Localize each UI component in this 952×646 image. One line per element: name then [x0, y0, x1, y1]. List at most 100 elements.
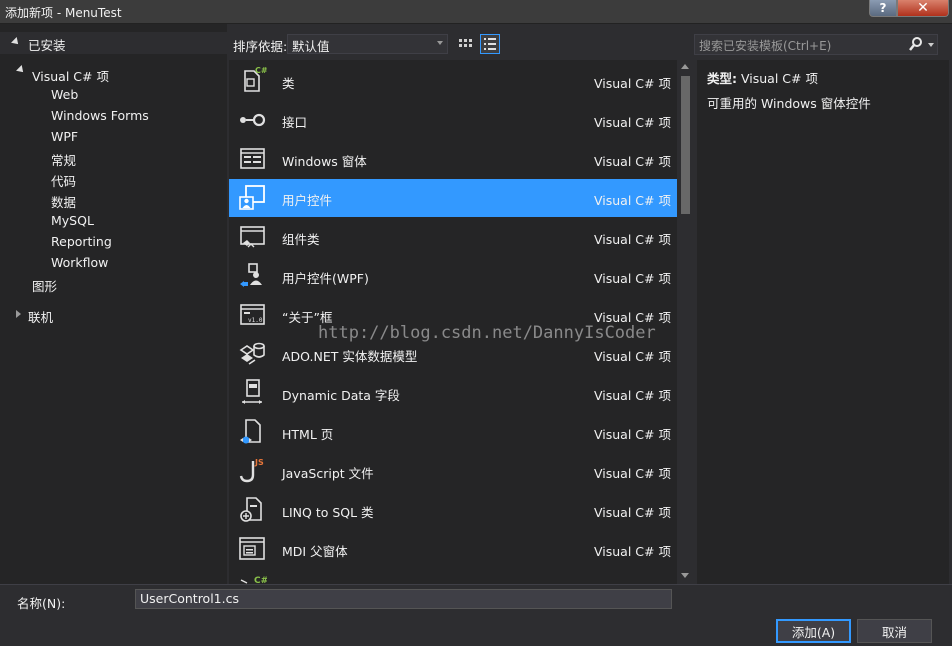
- grid-view-icon: [459, 39, 472, 47]
- html-page-icon: [240, 419, 261, 444]
- tree-item-wpf[interactable]: WPF: [51, 129, 78, 144]
- window-title: 添加新项 - MenuTest: [5, 6, 122, 20]
- tree-item-code[interactable]: 代码: [51, 171, 76, 190]
- template-name: 类: [282, 76, 295, 91]
- template-row-interface[interactable]: 接口 Visual C# 项: [229, 101, 677, 139]
- template-category: Visual C# 项: [594, 349, 671, 364]
- collapse-arrow-icon: [16, 65, 26, 75]
- tree-item-web[interactable]: Web: [51, 87, 78, 102]
- tree-item-reporting[interactable]: Reporting: [51, 234, 112, 249]
- search-options-chevron-icon[interactable]: [928, 43, 934, 47]
- interface-icon: [240, 113, 266, 127]
- wpf-user-control-icon: [240, 263, 262, 287]
- list-view-button[interactable]: [480, 34, 500, 54]
- expand-arrow-icon[interactable]: [16, 310, 21, 318]
- svg-text:v1.0: v1.0: [248, 317, 263, 324]
- type-value: Visual C# 项: [740, 71, 818, 86]
- name-input[interactable]: UserControl1.cs: [135, 589, 672, 609]
- type-label: 类型:: [707, 71, 737, 86]
- template-category: Visual C# 项: [594, 154, 671, 169]
- tree-item-general[interactable]: 常规: [51, 150, 76, 169]
- svg-text:C#: C#: [255, 66, 267, 75]
- installed-header[interactable]: 已安装: [0, 32, 227, 54]
- svg-text:JS: JS: [254, 458, 264, 467]
- template-name: HTML 页: [282, 427, 334, 442]
- javascript-file-icon: JS: [239, 458, 264, 483]
- template-list-scrollbar[interactable]: [677, 60, 694, 584]
- dynamic-data-icon: [242, 379, 262, 404]
- template-row-mdi-parent[interactable]: MDI 父窗体 Visual C# 项: [229, 530, 677, 568]
- watermark-text: http://blog.csdn.net/DannyIsCoder: [318, 323, 656, 343]
- template-row-javascript-file[interactable]: JS JavaScript 文件 Visual C# 项: [229, 452, 677, 490]
- template-list: C# 类 Visual C# 项 接口 Visual C# 项 Windows …: [229, 60, 694, 584]
- template-name: 接口: [282, 115, 308, 130]
- linq-to-sql-icon: [240, 497, 262, 522]
- entity-model-icon: [239, 342, 265, 365]
- template-name: 用户控件: [282, 193, 333, 208]
- tree-item-online[interactable]: 联机: [28, 307, 53, 326]
- template-name: Windows 窗体: [282, 154, 367, 169]
- class-icon: C#: [244, 66, 267, 92]
- details-type: 类型: Visual C# 项: [707, 68, 818, 87]
- template-category: Visual C# 项: [594, 466, 671, 481]
- bottom-bar: 名称(N): UserControl1.cs 添加(A) 取消: [0, 584, 952, 646]
- chevron-down-icon: [437, 41, 443, 45]
- template-row-wpf-user-control[interactable]: 用户控件(WPF) Visual C# 项: [229, 257, 677, 295]
- tree-item-data[interactable]: 数据: [51, 192, 76, 211]
- template-row-dynamic-data[interactable]: Dynamic Data 字段 Visual C# 项: [229, 374, 677, 412]
- tree-item-mysql[interactable]: MySQL: [51, 213, 94, 228]
- template-name: JavaScript 文件: [282, 466, 374, 481]
- component-class-icon: [240, 226, 265, 248]
- tree-item-windows-forms[interactable]: Windows Forms: [51, 108, 149, 123]
- tree-item-workflow[interactable]: Workflow: [51, 255, 108, 270]
- template-name: 用户控件(WPF): [282, 271, 369, 286]
- scroll-down-icon[interactable]: [681, 573, 689, 578]
- windows-form-icon: [240, 148, 265, 169]
- close-button[interactable]: ✕: [897, 0, 949, 17]
- name-label: 名称(N):: [17, 596, 66, 611]
- template-row-partial[interactable]: C#: [229, 569, 677, 584]
- user-control-icon: [239, 185, 265, 210]
- template-row-user-control[interactable]: 用户控件 Visual C# 项: [229, 179, 677, 217]
- tree-item-visual-csharp[interactable]: Visual C# 项: [32, 66, 109, 85]
- template-name: ADO.NET 实体数据模型: [282, 349, 418, 364]
- tree-item-graphics[interactable]: 图形: [32, 276, 57, 295]
- template-category: Visual C# 项: [594, 193, 671, 208]
- sort-label: 排序依据:: [233, 39, 288, 54]
- sort-dropdown[interactable]: 默认值: [287, 34, 448, 54]
- installed-label: 已安装: [28, 38, 66, 53]
- details-description: 可重用的 Windows 窗体控件: [707, 96, 871, 111]
- template-row-windows-form[interactable]: Windows 窗体 Visual C# 项: [229, 140, 677, 178]
- add-button[interactable]: 添加(A): [776, 619, 851, 643]
- csharp-file-icon: C#: [240, 576, 267, 584]
- template-row-linq-to-sql[interactable]: LINQ to SQL 类 Visual C# 项: [229, 491, 677, 529]
- template-name: MDI 父窗体: [282, 544, 348, 559]
- list-view-icon: [484, 38, 496, 50]
- template-row-class[interactable]: C# 类 Visual C# 项: [229, 62, 677, 100]
- template-category: Visual C# 项: [594, 427, 671, 442]
- template-category: Visual C# 项: [594, 505, 671, 520]
- template-category: Visual C# 项: [594, 544, 671, 559]
- template-category: Visual C# 项: [594, 232, 671, 247]
- template-category: Visual C# 项: [594, 388, 671, 403]
- search-box[interactable]: 搜索已安装模板(Ctrl+E): [694, 34, 938, 55]
- template-row-component-class[interactable]: 组件类 Visual C# 项: [229, 218, 677, 256]
- template-category: Visual C# 项: [594, 115, 671, 130]
- mdi-parent-icon: [239, 537, 265, 560]
- collapse-arrow-icon: [11, 37, 21, 47]
- sort-value: 默认值: [292, 39, 330, 54]
- template-name: Dynamic Data 字段: [282, 388, 400, 403]
- scroll-up-icon[interactable]: [681, 64, 689, 69]
- grid-view-button[interactable]: [455, 34, 475, 54]
- about-box-icon: v1.0: [240, 304, 265, 325]
- category-tree-panel: 已安装 Visual C# 项 Web Windows Forms WPF 常规…: [0, 24, 227, 584]
- template-name: 组件类: [282, 232, 320, 247]
- scrollbar-thumb[interactable]: [681, 76, 690, 214]
- template-row-html-page[interactable]: HTML 页 Visual C# 项: [229, 413, 677, 451]
- help-button[interactable]: ?: [869, 0, 897, 17]
- cancel-button[interactable]: 取消: [857, 619, 932, 643]
- search-icon[interactable]: [909, 36, 923, 52]
- template-name: LINQ to SQL 类: [282, 505, 374, 520]
- title-bar: 添加新项 - MenuTest ? ✕: [0, 0, 952, 24]
- template-category: Visual C# 项: [594, 76, 671, 91]
